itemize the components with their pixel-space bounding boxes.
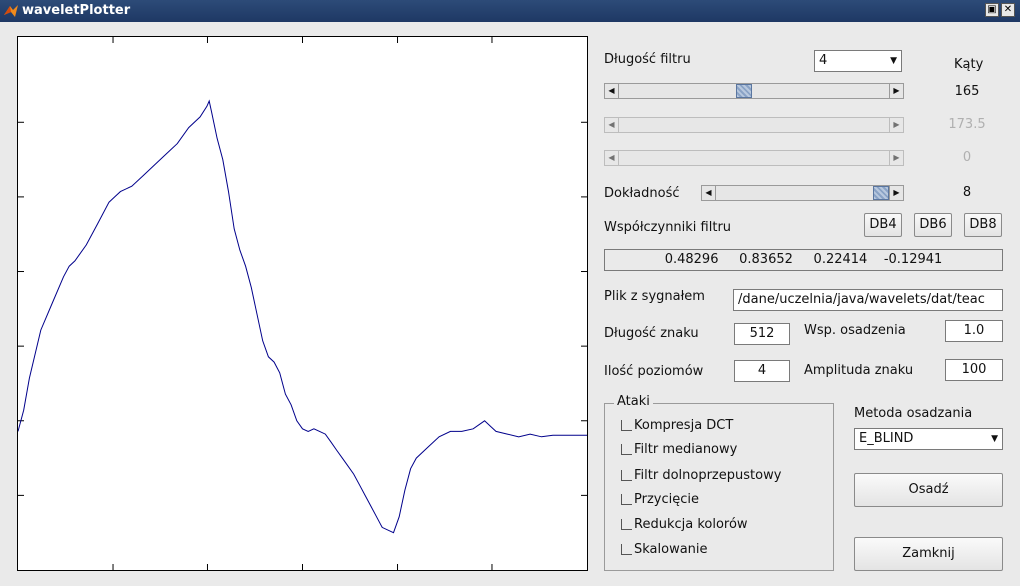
attack-label-color-reduction: Redukcja kolorów — [634, 517, 748, 532]
angles-label: Kąty — [954, 57, 984, 72]
attack-label-median: Filtr medianowy — [634, 442, 738, 457]
title-bar: waveletPlotter ▣ ✕ — [0, 0, 1020, 22]
filter-length-label: Długość filtru — [604, 52, 691, 67]
attacks-group-label: Ataki — [614, 394, 653, 409]
embed-coefficient-input[interactable]: 1.0 — [945, 320, 1003, 342]
series-line-0 — [17, 99, 587, 534]
method-label: Metoda osadzania — [854, 406, 973, 421]
accuracy-value: 8 — [962, 185, 972, 200]
signal-plot — [17, 37, 587, 570]
attack-label-scaling: Skalowanie — [634, 542, 708, 557]
method-select[interactable]: E_BLIND ▼ — [854, 428, 1003, 450]
attack-label-lowpass: Filtr dolnoprzepustowy — [634, 468, 782, 483]
checkbox-icon[interactable] — [621, 544, 632, 555]
angle-slider-3[interactable]: ◀ ▶ — [604, 150, 904, 166]
arrow-left-icon[interactable]: ◀ — [702, 186, 716, 200]
arrow-left-icon[interactable]: ◀ — [605, 118, 619, 132]
method-value: E_BLIND — [859, 431, 914, 446]
restore-button[interactable]: ▣ — [985, 3, 999, 17]
checkbox-icon[interactable] — [621, 470, 632, 481]
slider-thumb[interactable] — [735, 84, 752, 98]
chevron-down-icon: ▼ — [890, 56, 897, 66]
angle-3-value: 0 — [962, 150, 972, 165]
checkbox-icon[interactable] — [621, 420, 632, 431]
db4-button[interactable]: DB4 — [864, 213, 902, 237]
db8-button[interactable]: DB8 — [964, 213, 1002, 237]
arrow-right-icon[interactable]: ▶ — [889, 84, 903, 98]
filter-length-value: 4 — [819, 53, 828, 68]
angle-2-value: 173.5 — [948, 117, 986, 132]
close-window-button[interactable]: ✕ — [1001, 3, 1015, 17]
arrow-right-icon[interactable]: ▶ — [889, 186, 903, 200]
coefficients-field[interactable]: 0.48296 0.83652 0.22414 -0.12941 — [604, 249, 1003, 271]
checkbox-icon[interactable] — [621, 494, 632, 505]
mark-length-input[interactable]: 512 — [734, 323, 790, 345]
db6-button[interactable]: DB6 — [914, 213, 952, 237]
angle-1-value: 165 — [954, 84, 980, 99]
matlab-logo-icon — [4, 5, 18, 17]
amplitude-input[interactable]: 100 — [945, 359, 1003, 381]
close-button[interactable]: Zamknij — [854, 537, 1003, 571]
accuracy-label: Dokładność — [604, 186, 680, 201]
plot-area — [17, 36, 588, 571]
signal-file-label: Plik z sygnałem — [604, 289, 705, 304]
levels-input[interactable]: 4 — [734, 360, 790, 382]
chevron-down-icon: ▼ — [991, 434, 998, 444]
checkbox-icon[interactable] — [621, 519, 632, 530]
accuracy-slider[interactable]: ◀ ▶ — [701, 185, 904, 201]
embed-button[interactable]: Osadź — [854, 473, 1003, 507]
mark-length-label: Długość znaku — [604, 326, 699, 341]
angle-slider-2[interactable]: ◀ ▶ — [604, 117, 904, 133]
attack-label-crop: Przycięcie — [634, 492, 699, 507]
amplitude-label: Amplituda znaku — [804, 363, 914, 378]
attack-label-dct: Kompresja DCT — [634, 418, 734, 433]
coefficients-label: Współczynniki filtru — [604, 220, 732, 235]
checkbox-icon[interactable] — [621, 444, 632, 455]
embed-coefficient-label: Wsp. osadzenia — [804, 323, 906, 338]
slider-thumb[interactable] — [873, 186, 889, 200]
arrow-right-icon[interactable]: ▶ — [889, 151, 903, 165]
arrow-right-icon[interactable]: ▶ — [889, 118, 903, 132]
arrow-left-icon[interactable]: ◀ — [605, 84, 619, 98]
window-title: waveletPlotter — [22, 3, 131, 18]
signal-file-input[interactable]: /dane/uczelnia/java/wavelets/dat/teac — [733, 289, 1003, 311]
angle-slider-1[interactable]: ◀ ▶ — [604, 83, 904, 99]
filter-length-select[interactable]: 4 ▼ — [814, 50, 902, 72]
levels-label: Ilość poziomów — [604, 364, 704, 379]
arrow-left-icon[interactable]: ◀ — [605, 151, 619, 165]
